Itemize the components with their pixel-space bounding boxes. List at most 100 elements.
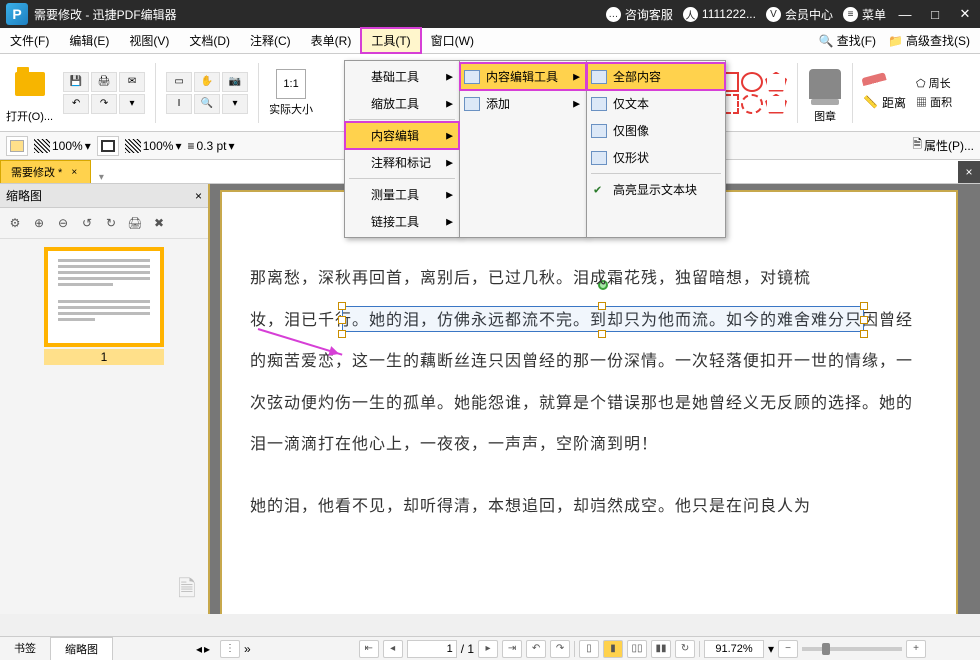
minimize-button[interactable]: — (890, 0, 920, 28)
bookmark-tab[interactable]: 书签 (0, 637, 51, 660)
doc-tab-active[interactable]: 需要修改 *× (0, 160, 91, 183)
polygon-shape[interactable] (765, 72, 787, 92)
more-icon[interactable]: ▾ (119, 94, 145, 114)
doc-line1[interactable]: 那离愁，深秋再回首，离别后，已过几秋。泪成霜花残，独留暗想，对镜梳 (250, 258, 928, 300)
tabs-left-icon[interactable]: ◂ (196, 642, 202, 656)
doc-body2[interactable]: 她的泪，他看不见，却听得清，本想追回，却岿然成空。他只是在问良人为 (250, 486, 928, 528)
resize-handle-ne[interactable] (860, 302, 868, 310)
zoom-display[interactable]: 91.72% (704, 640, 764, 658)
first-page-button[interactable]: ⇤ (359, 640, 379, 658)
mi-content-edit[interactable]: 内容编辑▶ (345, 122, 459, 149)
fill-color-button[interactable] (6, 136, 28, 156)
tab-close-icon[interactable]: × (68, 166, 80, 178)
redo-icon[interactable]: ↷ (91, 94, 117, 114)
fwd-view-button[interactable]: ↷ (550, 640, 570, 658)
properties-button[interactable]: 🗎 属性(P)... (912, 135, 974, 156)
mi-basic-tools[interactable]: 基础工具▶ (345, 63, 459, 90)
copy-page-icon[interactable]: 🗎 (178, 572, 206, 600)
find-button[interactable]: 🔍查找(F) (815, 32, 880, 49)
rotate-view-button[interactable]: ↻ (675, 640, 695, 658)
tabs-close-button[interactable]: × (958, 161, 980, 183)
tabs-right-icon[interactable]: ▸ (204, 642, 210, 656)
continuous-button[interactable]: ▮ (603, 640, 623, 658)
prev-page-button[interactable]: ◂ (383, 640, 403, 658)
mi-text-only[interactable]: 仅文本 (587, 90, 725, 117)
menu-window[interactable]: 窗口(W) (421, 28, 484, 53)
thumbnail-tab[interactable]: 缩略图 (51, 637, 113, 660)
more2-icon[interactable]: ▾ (222, 94, 248, 114)
area-button[interactable]: ▦ 面积 (916, 94, 952, 110)
print-icon[interactable]: 🖨 (91, 72, 117, 92)
main-menu-link[interactable]: ≡菜单 (843, 6, 886, 23)
distance-button[interactable]: 📏距离 (863, 94, 906, 111)
save-icon[interactable]: 💾 (63, 72, 89, 92)
close-button[interactable]: ✕ (950, 0, 980, 28)
resize-handle-se[interactable] (860, 330, 868, 338)
stroke-width[interactable]: ≡ 0.3 pt ▾ (187, 139, 234, 153)
menu-document[interactable]: 文档(D) (179, 28, 240, 53)
consult-link[interactable]: …咨询客服 (606, 6, 673, 23)
mi-annotate[interactable]: 注释和标记▶ (345, 149, 459, 176)
cont-facing-button[interactable]: ▮▮ (651, 640, 671, 658)
mi-all-content[interactable]: ✔全部内容 (587, 63, 725, 90)
circle-shape[interactable] (741, 72, 763, 92)
menu-form[interactable]: 表单(R) (301, 28, 362, 53)
last-page-button[interactable]: ⇥ (502, 640, 522, 658)
slider-handle[interactable] (822, 643, 830, 655)
opacity-1[interactable]: 100% ▾ (34, 139, 91, 153)
options-button[interactable]: ⋮ (220, 640, 240, 658)
stamp-button[interactable]: 图章 (808, 62, 842, 124)
resize-handle-n[interactable] (598, 302, 606, 310)
text-select-icon[interactable]: I (166, 94, 192, 114)
menu-comment[interactable]: 注释(C) (240, 28, 301, 53)
opacity-2[interactable]: 100% ▾ (125, 139, 182, 153)
undo-icon[interactable]: ↶ (63, 94, 89, 114)
open-button[interactable]: 打开(O)... (6, 62, 53, 124)
resize-handle-s[interactable] (598, 330, 606, 338)
page-input[interactable] (407, 640, 457, 658)
resize-handle-e[interactable] (860, 316, 868, 324)
menu-file[interactable]: 文件(F) (0, 28, 59, 53)
next-page-button[interactable]: ▸ (478, 640, 498, 658)
advanced-find-button[interactable]: 📁高级查找(S) (884, 32, 974, 49)
rotate-right-icon[interactable]: ↻ (100, 212, 122, 234)
circle-dash-shape[interactable] (741, 94, 763, 114)
resize-handle-w[interactable] (338, 316, 346, 324)
realsize-button[interactable]: 1:1实际大小 (269, 69, 313, 117)
panel-close-icon[interactable]: × (195, 189, 202, 203)
delete-thumb-icon[interactable]: ✖ (148, 212, 170, 234)
mi-image-only[interactable]: 仅图像 (587, 117, 725, 144)
facing-button[interactable]: ▯▯ (627, 640, 647, 658)
resize-handle-sw[interactable] (338, 330, 346, 338)
snapshot-icon[interactable]: 📷 (222, 72, 248, 92)
eraser-button[interactable] (863, 75, 906, 91)
thumbnail-1[interactable]: 1 (44, 247, 164, 365)
zoom-out-button[interactable]: − (778, 640, 798, 658)
print-thumbs-icon[interactable]: 🖨 (124, 212, 146, 234)
zoom-in-icon[interactable]: ⊕ (28, 212, 50, 234)
maximize-button[interactable]: □ (920, 0, 950, 28)
zoom-in-button[interactable]: + (906, 640, 926, 658)
gear-icon[interactable]: ⚙ (4, 212, 26, 234)
perimeter-button[interactable]: ⬠ 周长 (916, 75, 952, 91)
account-link[interactable]: 人1111222... (683, 7, 756, 22)
tab-list-icon[interactable]: ▾ (95, 171, 107, 183)
menu-tools[interactable]: 工具(T) (361, 28, 420, 53)
mi-highlight-text[interactable]: ✔高亮显示文本块 (587, 176, 725, 203)
zoom-dropdown-icon[interactable]: ▾ (768, 642, 774, 656)
select-icon[interactable]: ▭ (166, 72, 192, 92)
mi-measure[interactable]: 测量工具▶ (345, 181, 459, 208)
zoom-out-icon[interactable]: ⊖ (52, 212, 74, 234)
mail-icon[interactable]: ✉ (119, 72, 145, 92)
stroke-color-button[interactable] (97, 136, 119, 156)
zoom-icon[interactable]: 🔍 (194, 94, 220, 114)
rotate-left-icon[interactable]: ↺ (76, 212, 98, 234)
mi-zoom-tools[interactable]: 缩放工具▶ (345, 90, 459, 117)
menu-edit[interactable]: 编辑(E) (59, 28, 119, 53)
single-page-button[interactable]: ▯ (579, 640, 599, 658)
mi-link-tools[interactable]: 链接工具▶ (345, 208, 459, 235)
menu-view[interactable]: 视图(V) (119, 28, 179, 53)
resize-handle-nw[interactable] (338, 302, 346, 310)
back-view-button[interactable]: ↶ (526, 640, 546, 658)
member-link[interactable]: V会员中心 (766, 6, 833, 23)
